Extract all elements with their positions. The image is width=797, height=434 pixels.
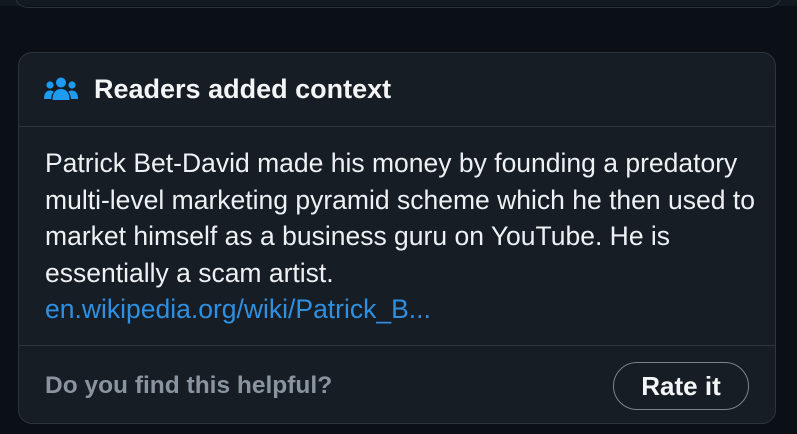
previous-card-border	[14, 0, 782, 8]
note-body: Patrick Bet-David made his money by foun…	[45, 145, 757, 328]
people-group-icon	[44, 77, 78, 100]
rate-it-button[interactable]: Rate it	[613, 362, 749, 410]
note-context-text: Patrick Bet-David made his money by foun…	[45, 148, 755, 288]
note-header-title: Readers added context	[94, 74, 392, 104]
community-note-card: Readers added context Patrick Bet-David …	[18, 52, 776, 424]
helpful-question: Do you find this helpful?	[45, 372, 333, 399]
note-footer: Do you find this helpful? Rate it	[19, 345, 775, 423]
note-header: Readers added context	[19, 53, 775, 127]
source-link[interactable]: en.wikipedia.org/wiki/Patrick_B...	[45, 291, 757, 328]
